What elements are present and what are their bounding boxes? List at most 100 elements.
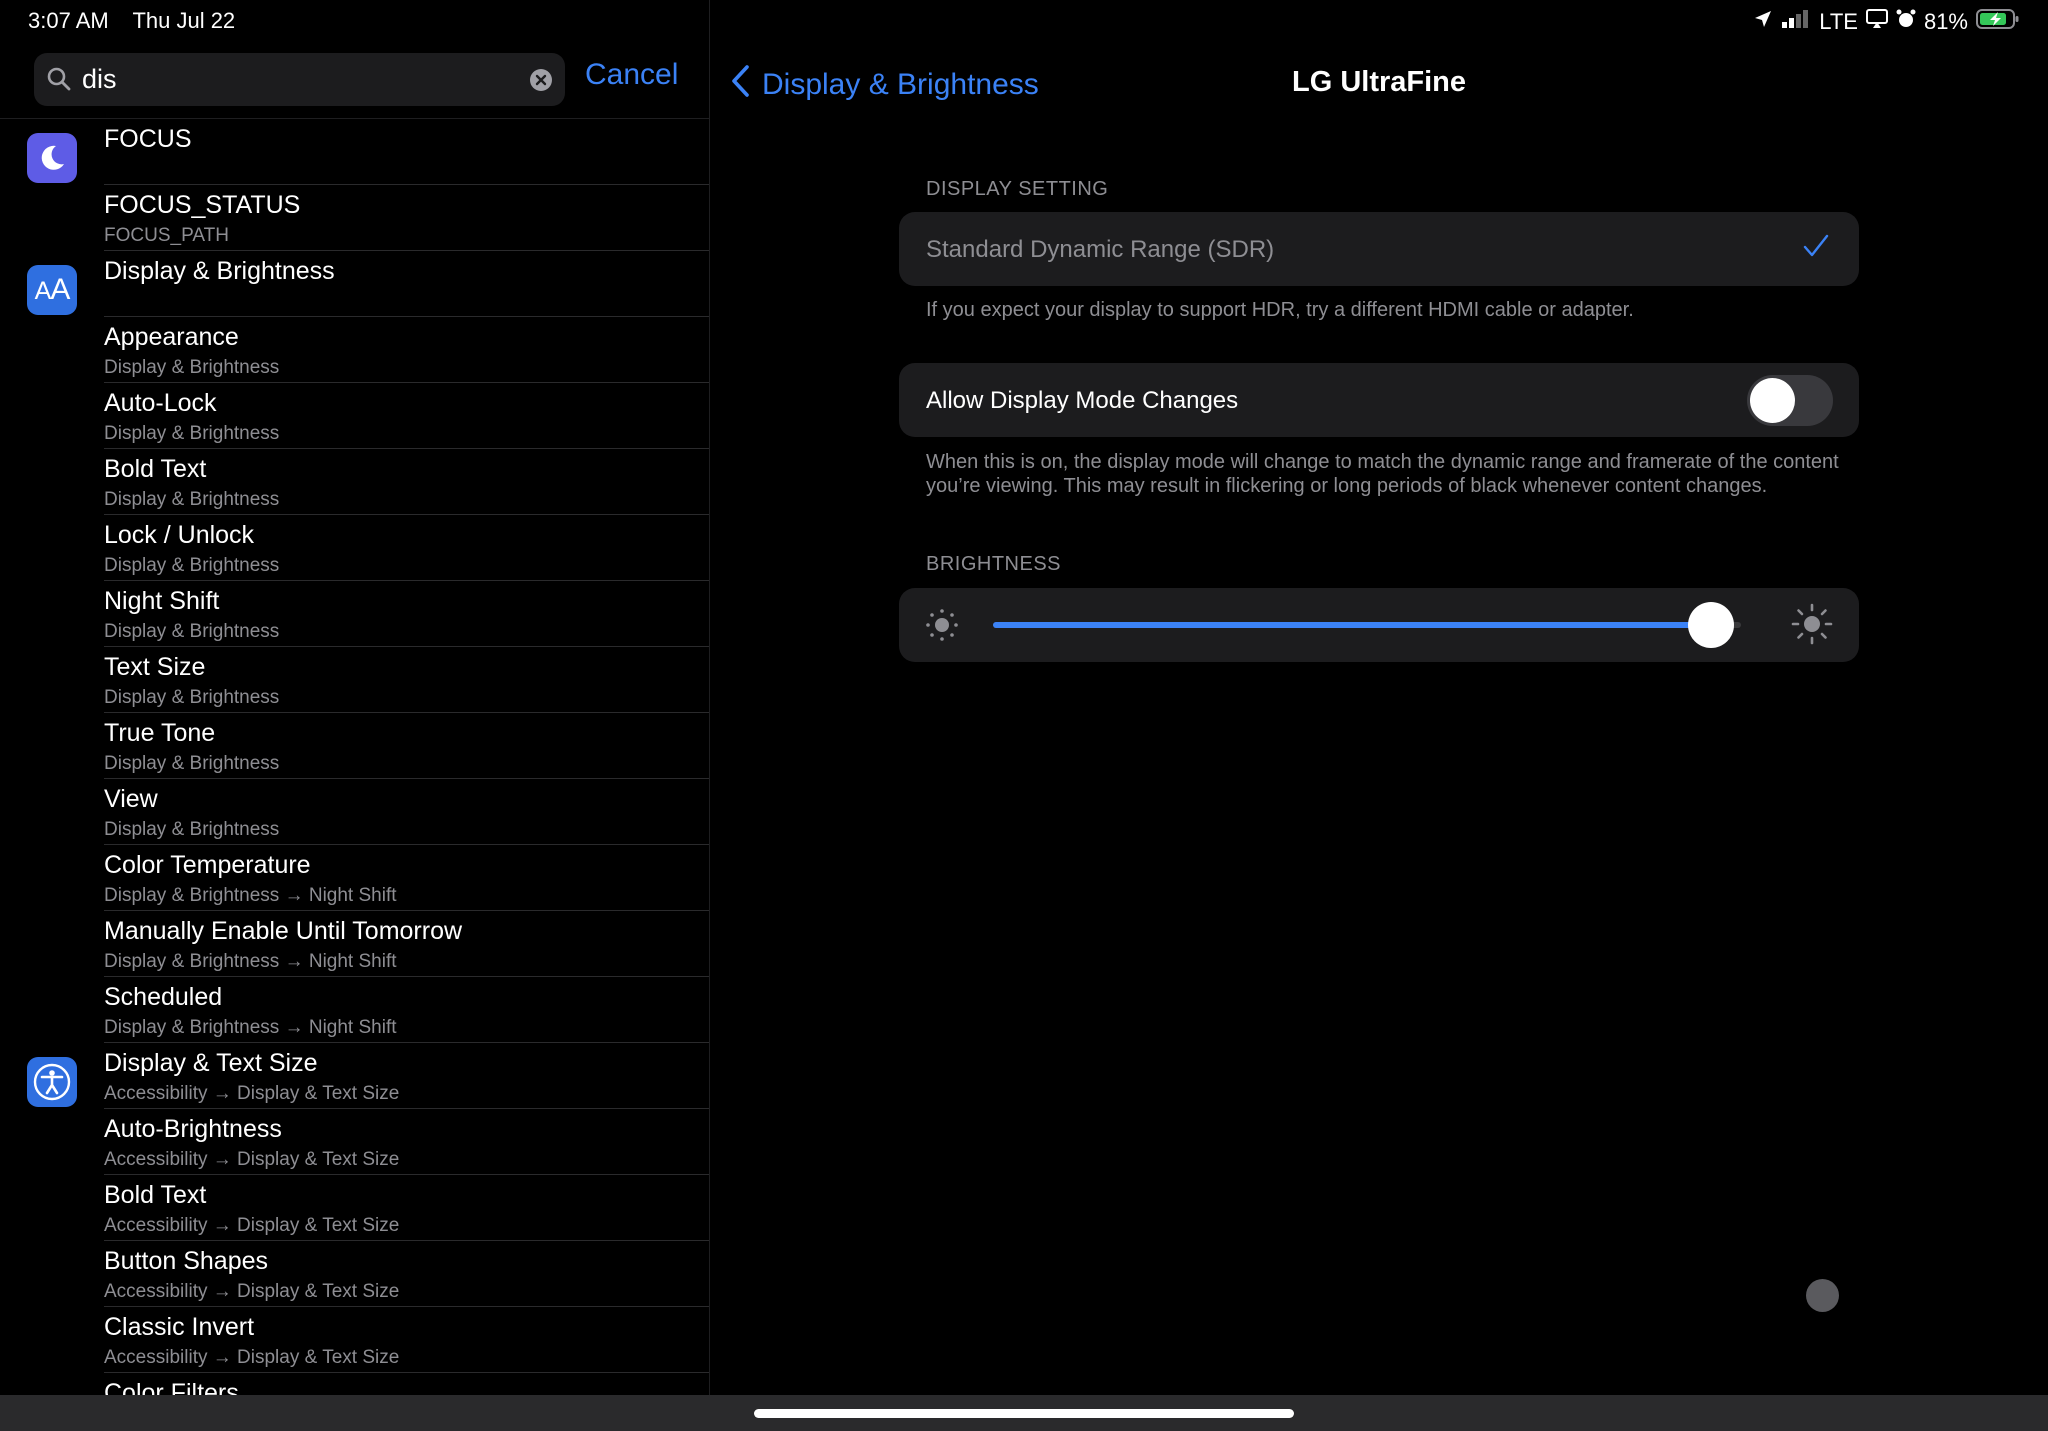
pointer-cursor bbox=[1806, 1279, 1839, 1312]
search-result-title: Button Shapes bbox=[104, 1247, 269, 1275]
search-result-title: Appearance bbox=[104, 323, 239, 351]
display-setting-header: DISPLAY SETTING bbox=[926, 178, 1109, 200]
home-indicator[interactable] bbox=[754, 1409, 1294, 1418]
search-result-row[interactable]: Night Shift Display & Brightness bbox=[0, 581, 709, 647]
status-bar-left: 3:07 AM Thu Jul 22 bbox=[28, 8, 253, 34]
search-result-row[interactable]: Display & Text Size Accessibility → Displ… bbox=[0, 1043, 709, 1109]
search-result-title: Text Size bbox=[104, 653, 206, 681]
search-result-row[interactable]: Color Filters bbox=[0, 1373, 709, 1395]
search-bar[interactable] bbox=[34, 53, 565, 106]
search-input[interactable] bbox=[82, 62, 502, 96]
checkmark-icon bbox=[1801, 232, 1831, 267]
search-sidebar: 3:07 AM Thu Jul 22 Cancel FOCUS FOCUS_STA… bbox=[0, 0, 710, 1395]
battery-icon bbox=[1976, 8, 2020, 36]
brightness-header: BRIGHTNESS bbox=[926, 553, 1062, 575]
search-result-path: Accessibility → Display & Text Size bbox=[104, 1347, 400, 1368]
search-result-path: Accessibility → Display & Text Size bbox=[104, 1083, 400, 1104]
search-result-row[interactable]: Color Temperature Display & Brightness → … bbox=[0, 845, 709, 911]
alarm-icon bbox=[1896, 9, 1916, 35]
accessibility-icon bbox=[27, 1057, 77, 1107]
search-result-path: Accessibility → Display & Text Size bbox=[104, 1149, 400, 1170]
search-result-title: FOCUS bbox=[104, 125, 192, 153]
status-date: Thu Jul 22 bbox=[132, 8, 236, 33]
search-result-row[interactable]: View Display & Brightness bbox=[0, 779, 709, 845]
search-result-path: Display & Brightness bbox=[104, 687, 280, 708]
status-time: 3:07 AM bbox=[28, 8, 109, 33]
page-title: LG UltraFine bbox=[1291, 66, 1466, 98]
brightness-slider-fill bbox=[993, 622, 1712, 628]
search-result-row[interactable]: Button Shapes Accessibility → Display & T… bbox=[0, 1241, 709, 1307]
search-result-row[interactable]: Text Size Display & Brightness bbox=[0, 647, 709, 713]
location-icon bbox=[1753, 9, 1773, 35]
display-mode-changes-footer: When this is on, the display mode will c… bbox=[926, 451, 1839, 497]
search-result-row[interactable]: AA Display & Brightness bbox=[0, 251, 709, 317]
search-result-row[interactable]: Bold Text Display & Brightness bbox=[0, 449, 709, 515]
status-bar-right: LTE 81% bbox=[1753, 8, 2020, 36]
search-result-path: Display & Brightness bbox=[104, 819, 280, 840]
clear-search-icon[interactable] bbox=[529, 68, 553, 97]
network-label: LTE bbox=[1819, 9, 1858, 34]
sdr-option-row[interactable]: Standard Dynamic Range (SDR) bbox=[899, 212, 1859, 286]
detail-pane: LTE 81% Display & Brightness LG UltraFin… bbox=[710, 0, 2048, 1395]
search-result-row[interactable]: Classic Invert Accessibility → Display & … bbox=[0, 1307, 709, 1373]
search-result-path: Display & Brightness → Night Shift bbox=[104, 1017, 397, 1038]
brightness-slider-thumb[interactable] bbox=[1688, 602, 1735, 648]
search-result-title: FOCUS_STATUS bbox=[104, 191, 301, 219]
search-result-path: FOCUS_PATH bbox=[104, 225, 229, 246]
search-result-title: Auto-Lock bbox=[104, 389, 217, 417]
search-result-row[interactable]: FOCUS_STATUS FOCUS_PATH bbox=[0, 185, 709, 251]
search-result-path: Accessibility → Display & Text Size bbox=[104, 1215, 400, 1236]
search-result-title: Color Temperature bbox=[104, 851, 311, 879]
bottom-bar bbox=[0, 1395, 2048, 1431]
toggle-knob bbox=[1750, 378, 1795, 423]
search-result-path: Display & Brightness bbox=[104, 357, 280, 378]
search-result-row[interactable]: Auto-Lock Display & Brightness bbox=[0, 383, 709, 449]
display-mode-changes-toggle[interactable] bbox=[1747, 375, 1833, 426]
search-result-path: Display & Brightness → Night Shift bbox=[104, 885, 397, 906]
search-result-row[interactable]: Auto-Brightness Accessibility → Display &… bbox=[0, 1109, 709, 1175]
airplay-icon bbox=[1865, 9, 1888, 35]
search-result-title: Lock / Unlock bbox=[104, 521, 255, 549]
search-icon bbox=[46, 66, 72, 97]
signal-icon bbox=[1781, 9, 1811, 35]
search-result-path: Accessibility → Display & Text Size bbox=[104, 1281, 400, 1302]
search-result-row[interactable]: Bold Text Accessibility → Display & Text … bbox=[0, 1175, 709, 1241]
text-size-icon: AA bbox=[27, 265, 77, 315]
moon-icon bbox=[27, 133, 77, 183]
search-result-row[interactable]: True Tone Display & Brightness bbox=[0, 713, 709, 779]
search-result-row[interactable]: Scheduled Display & Brightness → Night Sh… bbox=[0, 977, 709, 1043]
search-result-row[interactable]: Lock / Unlock Display & Brightness bbox=[0, 515, 709, 581]
search-result-path: Display & Brightness bbox=[104, 489, 280, 510]
search-result-title: Manually Enable Until Tomorrow bbox=[104, 917, 463, 945]
search-result-title: Bold Text bbox=[104, 455, 207, 483]
search-result-title: Bold Text bbox=[104, 1181, 207, 1209]
search-result-title: Auto-Brightness bbox=[104, 1115, 282, 1143]
sun-large-icon bbox=[1791, 603, 1833, 650]
search-result-title: Display & Brightness bbox=[104, 257, 335, 285]
brightness-slider[interactable] bbox=[993, 602, 1741, 648]
display-mode-changes-row: Allow Display Mode Changes bbox=[899, 363, 1859, 437]
search-result-path: Display & Brightness → Night Shift bbox=[104, 951, 397, 972]
search-result-title: Scheduled bbox=[104, 983, 223, 1011]
search-result-path: Display & Brightness bbox=[104, 555, 280, 576]
sdr-option-label: Standard Dynamic Range (SDR) bbox=[926, 236, 1275, 263]
search-result-title: View bbox=[104, 785, 158, 813]
search-result-row[interactable]: FOCUS bbox=[0, 119, 709, 185]
search-result-title: Display & Text Size bbox=[104, 1049, 318, 1077]
search-result-path: Display & Brightness bbox=[104, 423, 280, 444]
search-result-path: Display & Brightness bbox=[104, 753, 280, 774]
search-results-list: FOCUS FOCUS_STATUS FOCUS_PATH AA Display & B… bbox=[0, 119, 709, 1395]
cancel-button[interactable]: Cancel bbox=[585, 58, 678, 92]
search-result-row[interactable]: Appearance Display & Brightness bbox=[0, 317, 709, 383]
search-result-title: Night Shift bbox=[104, 587, 220, 615]
search-result-path: Display & Brightness bbox=[104, 621, 280, 642]
search-result-title: Color Filters bbox=[104, 1379, 239, 1395]
search-result-title: Classic Invert bbox=[104, 1313, 255, 1341]
display-setting-footer: If you expect your display to support HD… bbox=[926, 299, 1634, 321]
sun-small-icon bbox=[924, 607, 960, 648]
search-result-row[interactable]: Manually Enable Until Tomorrow Display & … bbox=[0, 911, 709, 977]
battery-percent: 81% bbox=[1923, 9, 1968, 34]
brightness-row bbox=[899, 588, 1859, 662]
search-result-title: True Tone bbox=[104, 719, 216, 747]
display-mode-changes-label: Allow Display Mode Changes bbox=[926, 387, 1239, 414]
